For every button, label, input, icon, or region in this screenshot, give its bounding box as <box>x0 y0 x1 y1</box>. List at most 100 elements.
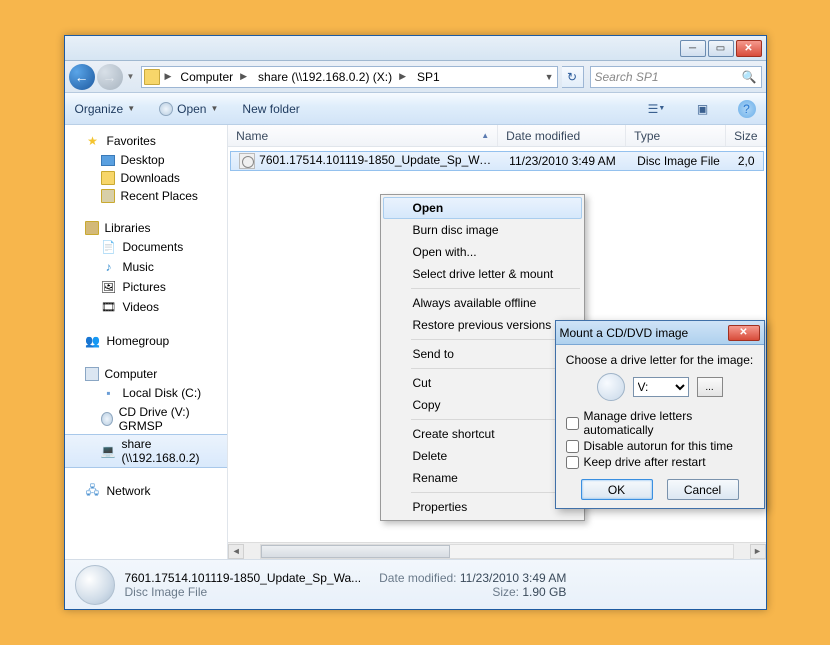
separator <box>411 288 580 289</box>
horizontal-scrollbar[interactable]: ◄ ► <box>228 542 765 559</box>
folder-icon <box>144 69 160 85</box>
breadcrumb-dropdown[interactable]: ▼ <box>542 72 557 82</box>
nav-bar: ← → ▼ ▶ Computer▶ share (\\192.168.0.2) … <box>65 61 766 93</box>
dialog-titlebar[interactable]: Mount a CD/DVD image ✕ <box>556 321 764 345</box>
search-input[interactable]: Search SP1 🔍 <box>590 66 762 88</box>
details-date: Date modified: 11/23/2010 3:49 AM <box>379 571 566 585</box>
cb-keep-drive[interactable]: Keep drive after restart <box>566 455 754 469</box>
breadcrumb-computer[interactable]: Computer▶ <box>174 67 252 87</box>
ctx-send-to[interactable]: Send to▶ <box>383 343 582 365</box>
file-date: 11/23/2010 3:49 AM <box>501 154 629 168</box>
sidebar-desktop[interactable]: Desktop <box>65 151 228 169</box>
sidebar-homegroup[interactable]: 👥Homegroup <box>65 331 228 351</box>
column-headers: Name▲ Date modified Type Size <box>228 125 765 147</box>
new-folder-button[interactable]: New folder <box>242 102 299 116</box>
preview-pane-button[interactable]: ▣ <box>692 98 714 120</box>
cb-auto-letters[interactable]: Manage drive letters automatically <box>566 409 754 437</box>
col-size[interactable]: Size <box>726 125 765 146</box>
chevron-right-icon[interactable]: ▶ <box>162 71 175 82</box>
sidebar-favorites[interactable]: ★Favorites <box>65 131 228 151</box>
dialog-close-button[interactable]: ✕ <box>728 325 760 341</box>
cd-icon <box>101 412 113 426</box>
libraries-icon <box>85 221 99 235</box>
sidebar-local-disk[interactable]: ▪Local Disk (C:) <box>65 383 228 403</box>
details-filename: 7601.17514.101119-1850_Update_Sp_Wa... <box>125 571 362 585</box>
sort-asc-icon: ▲ <box>481 131 489 140</box>
sidebar-videos[interactable]: 🎞Videos <box>65 297 228 317</box>
ctx-rename[interactable]: Rename <box>383 467 582 489</box>
view-button[interactable]: ☰▼ <box>646 98 668 120</box>
navigation-pane[interactable]: ★Favorites Desktop Downloads Recent Plac… <box>65 125 229 559</box>
scroll-right-button[interactable]: ► <box>750 544 766 559</box>
file-type: Disc Image File <box>629 154 729 168</box>
nav-history-dropdown[interactable]: ▼ <box>125 68 137 86</box>
ctx-properties[interactable]: Properties <box>383 496 582 518</box>
sidebar-documents[interactable]: 📄Documents <box>65 237 228 257</box>
search-icon: 🔍 <box>742 70 757 84</box>
sidebar-cd-drive[interactable]: CD Drive (V:) GRMSP <box>65 403 228 435</box>
ctx-cut[interactable]: Cut <box>383 372 582 394</box>
scroll-left-button[interactable]: ◄ <box>228 544 244 559</box>
sidebar-downloads[interactable]: Downloads <box>65 169 228 187</box>
address-bar[interactable]: ▶ Computer▶ share (\\192.168.0.2) (X:)▶ … <box>141 66 558 88</box>
sidebar-music[interactable]: ♪Music <box>65 257 228 277</box>
sidebar-share[interactable]: 💻share (\\192.168.0.2) <box>65 434 228 468</box>
iso-icon <box>239 153 255 169</box>
drive-letter-select[interactable]: V: <box>633 377 689 397</box>
details-pane: 7601.17514.101119-1850_Update_Sp_Wa... D… <box>65 559 766 609</box>
cancel-button[interactable]: Cancel <box>667 479 739 500</box>
desktop-icon <box>101 155 115 166</box>
music-icon: ♪ <box>101 259 117 275</box>
drive-icon: ▪ <box>101 385 117 401</box>
ctx-open[interactable]: Open <box>383 197 582 219</box>
close-button[interactable]: ✕ <box>736 40 762 57</box>
dialog-prompt: Choose a drive letter for the image: <box>566 353 754 367</box>
sidebar-network[interactable]: 🖧Network <box>65 481 228 501</box>
sidebar-computer[interactable]: Computer <box>65 365 228 383</box>
sidebar-pictures[interactable]: 🖼Pictures <box>65 277 228 297</box>
open-button[interactable]: Open▼ <box>159 102 218 116</box>
pictures-icon: 🖼 <box>101 279 117 295</box>
homegroup-icon: 👥 <box>85 333 101 349</box>
refresh-button[interactable]: ↻ <box>562 66 584 88</box>
folder-icon <box>101 171 115 185</box>
ctx-burn[interactable]: Burn disc image <box>383 219 582 241</box>
minimize-button[interactable]: ─ <box>680 40 706 57</box>
network-drive-icon: 💻 <box>101 443 116 459</box>
forward-button[interactable]: → <box>97 64 123 90</box>
scroll-track[interactable] <box>260 544 733 559</box>
maximize-button[interactable]: ▭ <box>708 40 734 57</box>
computer-icon <box>85 367 99 381</box>
ok-button[interactable]: OK <box>581 479 653 500</box>
ctx-delete[interactable]: Delete <box>383 445 582 467</box>
search-placeholder: Search SP1 <box>595 70 659 84</box>
ctx-offline[interactable]: Always available offline <box>383 292 582 314</box>
mount-dialog: Mount a CD/DVD image ✕ Choose a drive le… <box>555 320 765 509</box>
ctx-open-with[interactable]: Open with... <box>383 241 582 263</box>
ctx-restore[interactable]: Restore previous versions <box>383 314 582 336</box>
cb-disable-autorun[interactable]: Disable autorun for this time <box>566 439 754 453</box>
organize-button[interactable]: Organize▼ <box>75 102 136 116</box>
file-large-icon <box>75 565 115 605</box>
cd-icon <box>597 373 625 401</box>
col-name[interactable]: Name▲ <box>228 125 498 146</box>
videos-icon: 🎞 <box>101 299 117 315</box>
file-size: 2,0 <box>729 154 762 168</box>
ctx-select-drive[interactable]: Select drive letter & mount <box>383 263 582 285</box>
documents-icon: 📄 <box>101 239 117 255</box>
browse-button[interactable]: ... <box>697 377 723 397</box>
ctx-copy[interactable]: Copy <box>383 394 582 416</box>
help-button[interactable]: ? <box>738 100 756 118</box>
sidebar-recent[interactable]: Recent Places <box>65 187 228 205</box>
ctx-create-shortcut[interactable]: Create shortcut <box>383 423 582 445</box>
sidebar-libraries[interactable]: Libraries <box>65 219 228 237</box>
breadcrumb-share[interactable]: share (\\192.168.0.2) (X:)▶ <box>252 67 411 87</box>
back-button[interactable]: ← <box>69 64 95 90</box>
scroll-thumb[interactable] <box>261 545 450 558</box>
file-row[interactable]: 7601.17514.101119-1850_Update_Sp_Wa... 1… <box>230 151 763 171</box>
breadcrumb-sp1[interactable]: SP1 <box>411 67 446 87</box>
dialog-title: Mount a CD/DVD image <box>560 326 689 340</box>
col-date[interactable]: Date modified <box>498 125 626 146</box>
col-type[interactable]: Type <box>626 125 726 146</box>
places-icon <box>101 189 115 203</box>
